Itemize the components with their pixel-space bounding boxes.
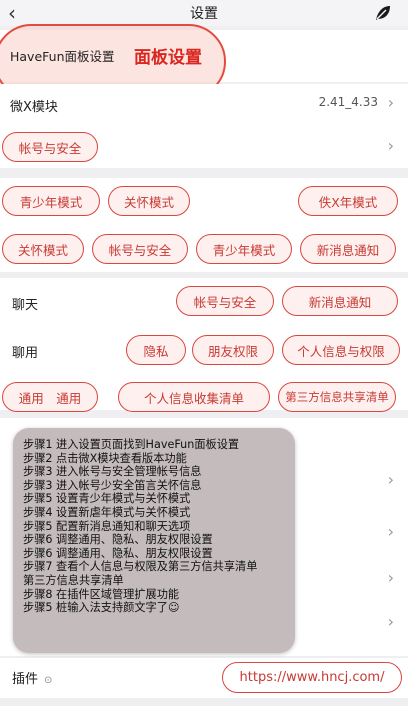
teen-mode-button[interactable]: 青少年模式 [2,186,100,216]
panel-emphasis: 面板设置 [134,48,202,68]
plugin-label: 插件 ⊙ [12,672,53,687]
step-line: 步骤5 桩输入法支持颜文字了☺ [23,601,180,615]
privacy-button[interactable]: 隐私 [126,335,186,365]
page-title: 设置 [190,6,218,22]
chevron-right-icon: › [387,522,394,541]
chat-label: 聊天 [12,298,39,313]
account-security-button[interactable]: 帐号与安全 [92,234,188,264]
step-line: 步骤5 设置青少年模式与关怀模式 [23,492,191,506]
teen-mode-button-2[interactable]: 青少年模式 [196,234,292,264]
chevron-right-icon: › [387,93,394,112]
general-label: 聊用 [12,346,39,361]
third-party-share-button[interactable]: 第三方信息共享清单 [278,382,396,412]
chevron-right-icon: › [387,568,394,587]
step-line: 步骤3 进入帐号少安全笛言关怀信息 [23,478,202,492]
back-icon[interactable]: ‹ [8,1,16,25]
friend-permission-button[interactable]: 朋友权限 [192,335,274,365]
step-line: 步骤6 调整通用、隐私、朋友权限设置 [23,546,213,560]
elder-mode-button[interactable]: 佚X年模式 [298,186,398,216]
chat-new-message-button[interactable]: 新消息通知 [282,286,398,316]
chat-account-button[interactable]: 帐号与安全 [176,286,274,316]
step-line: 步骤6 调整通用、隐私、朋友权限设置 [23,533,213,547]
info-collection-button[interactable]: 个人信息收集清单 [118,382,270,412]
chevron-right-icon: › [387,470,394,489]
care-mode-button-2[interactable]: 关怀模式 [2,234,84,264]
steps-overlay: 步骤1 进入设置页面找到HaveFun面板设置 步骤2 点击微X模块查看版本功能… [13,428,295,653]
step-line: 步骤8 在插件区域管理扩展功能 [23,587,180,601]
info-icon: ⊙ [44,675,53,686]
new-message-button[interactable]: 新消息通知 [300,234,396,264]
step-line: 步骤2 点击微X模块查看版本功能 [23,451,187,465]
wx-module-label: 微X模块 [10,100,58,115]
chevron-right-icon: › [387,612,394,631]
top-bar: ‹ 设置 [0,0,408,26]
step-line: 步骤5 配置新消息通知和聊天选项 [23,519,191,533]
step-line: 步骤7 查看个人信息与权限及第三方信共享清单 [23,560,258,574]
step-line: 步骤3 进入帐号与安全管理帐号信息 [23,465,202,479]
account-pill[interactable]: 帐号与安全 [2,132,98,162]
step-line: 步骤4 设置新虐年模式与关怀模式 [23,505,191,519]
leaf-icon[interactable] [374,4,392,22]
care-mode-button[interactable]: 关怀模式 [108,186,190,216]
step-line: 步骤1 进入设置页面找到HaveFun面板设置 [23,438,240,451]
wx-module-version: 2.41_4.33 [318,95,378,109]
personal-info-button[interactable]: 个人信息与权限 [282,335,400,365]
chevron-right-icon: › [387,136,394,155]
step-line: 第三方信息共享清单 [23,573,124,587]
panel-label[interactable]: HaveFun面板设置 [10,46,115,65]
general-button[interactable]: 通用 通用 [2,382,98,412]
plugin-url-link[interactable]: https://www.hncj.com/ [222,662,402,693]
